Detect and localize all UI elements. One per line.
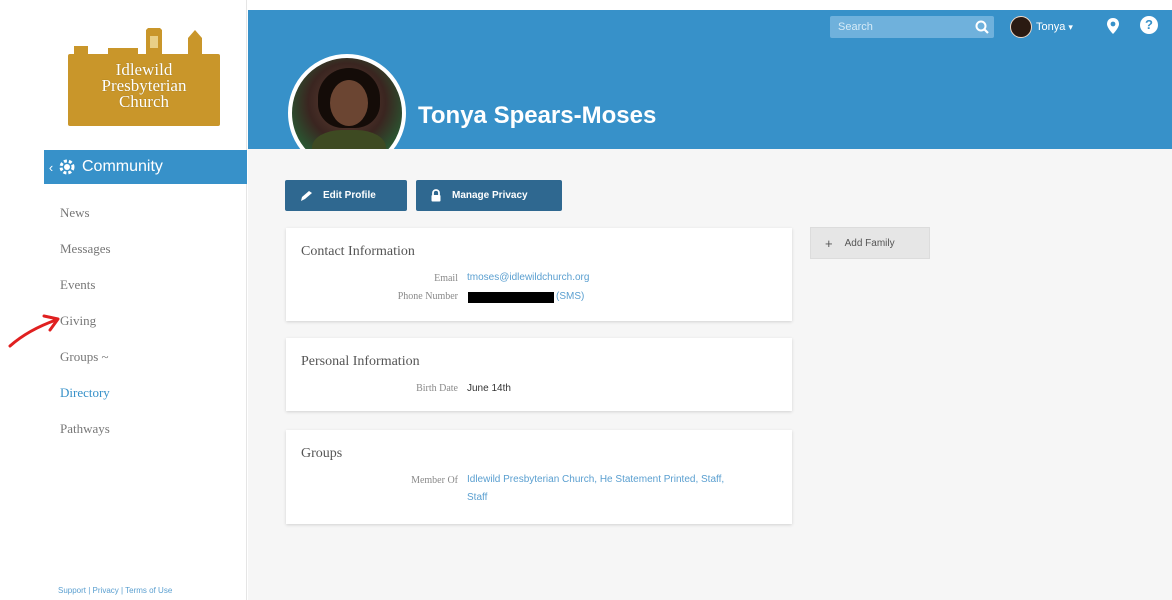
edit-profile-button[interactable]: Edit Profile (285, 180, 407, 211)
user-name: Tonya (1036, 21, 1066, 33)
sidebar-item-pathways[interactable]: Pathways (60, 414, 111, 450)
search-icon[interactable] (974, 19, 990, 35)
red-arrow-annotation (8, 314, 60, 348)
phone-sms-link[interactable]: (SMS) (556, 288, 584, 305)
user-menu[interactable]: Tonya ▾ (1010, 14, 1073, 40)
search-placeholder: Search (838, 21, 873, 33)
community-section-header[interactable]: ‹ Community (44, 150, 247, 184)
gear-icon (59, 159, 75, 175)
birth-date-value: June 14th (467, 383, 511, 394)
help-icon[interactable]: ? (1140, 16, 1158, 34)
birth-date-label: Birth Date (416, 383, 458, 394)
chevron-down-icon: ▾ (1068, 21, 1073, 32)
app-root: Idlewild Presbyterian Church ‹ Community… (0, 0, 1172, 600)
edit-profile-label: Edit Profile (323, 190, 376, 201)
sidebar: Idlewild Presbyterian Church ‹ Community… (0, 0, 247, 600)
profile-name: Tonya Spears-Moses (418, 102, 657, 129)
logo-line: Church (118, 92, 170, 111)
contact-information-card: Contact Information Email tmoses@idlewil… (286, 228, 792, 321)
sidebar-item-events[interactable]: Events (60, 270, 111, 306)
groups-card: Groups Member Of Idlewild Presbyterian C… (286, 430, 792, 524)
community-label: Community (82, 158, 163, 175)
chevron-left-icon[interactable]: ‹ (44, 160, 58, 175)
manage-privacy-button[interactable]: Manage Privacy (416, 180, 562, 211)
pencil-icon (301, 190, 312, 201)
manage-privacy-label: Manage Privacy (452, 190, 528, 201)
redacted-phone-number (468, 292, 554, 303)
member-of-label: Member Of (411, 475, 458, 486)
church-logo[interactable]: Idlewild Presbyterian Church (68, 22, 220, 126)
avatar (1010, 16, 1032, 38)
sidebar-item-messages[interactable]: Messages (60, 234, 111, 270)
sidebar-nav: News Messages Events Giving Groups ~ Dir… (60, 198, 111, 450)
card-title: Groups (301, 446, 343, 461)
photo-face (330, 80, 368, 126)
phone-label: Phone Number (397, 291, 458, 302)
logo-text: Idlewild Presbyterian Church (68, 61, 220, 111)
plus-icon: + (825, 235, 833, 251)
member-groups-link[interactable]: Staff (467, 489, 487, 506)
add-family-button[interactable]: + Add Family (810, 227, 930, 259)
sidebar-item-giving[interactable]: Giving (60, 306, 111, 342)
card-title: Contact Information (301, 244, 415, 259)
sidebar-item-groups[interactable]: Groups ~ (60, 342, 111, 378)
email-label: Email (434, 273, 458, 284)
location-pin-icon[interactable] (1105, 17, 1121, 35)
add-family-label: Add Family (844, 237, 895, 249)
member-groups-link[interactable]: Idlewild Presbyterian Church, He Stateme… (467, 471, 724, 488)
search-input[interactable]: Search (830, 16, 994, 38)
sidebar-item-directory[interactable]: Directory (60, 378, 111, 414)
personal-information-card: Personal Information Birth Date June 14t… (286, 338, 792, 411)
email-link[interactable]: tmoses@idlewildchurch.org (467, 269, 589, 286)
lock-icon (431, 189, 441, 202)
card-title: Personal Information (301, 354, 420, 369)
footer-links[interactable]: Support | Privacy | Terms of Use (58, 586, 172, 595)
sidebar-item-news[interactable]: News (60, 198, 111, 234)
